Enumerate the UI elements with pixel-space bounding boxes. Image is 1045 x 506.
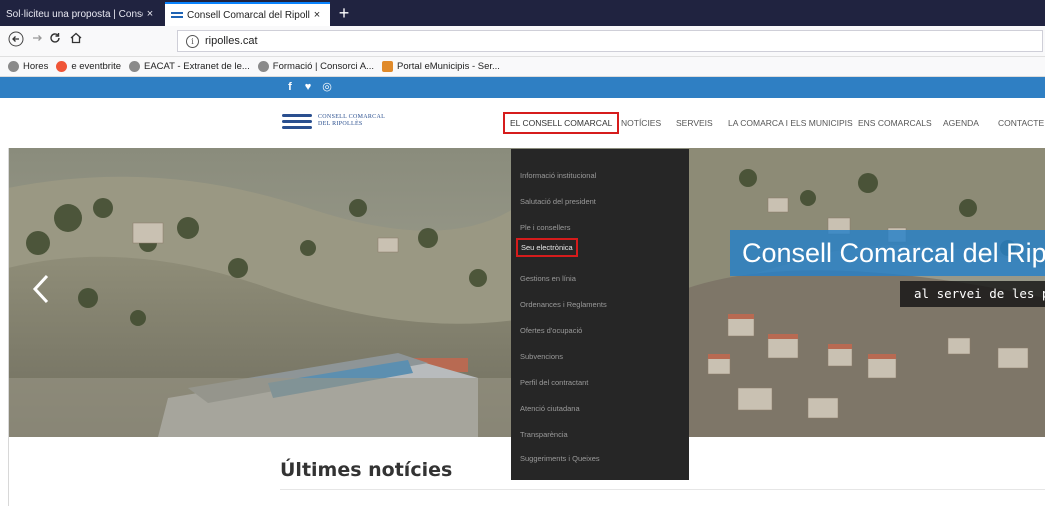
dropdown-item[interactable]: Gestions en línia [520, 274, 576, 283]
new-tab-button[interactable]: + [334, 3, 354, 23]
logo-text: CONSELL COMARCAL DEL RIPOLLÈS [318, 114, 385, 128]
bookmark-label: EACAT - Extranet de le... [144, 61, 250, 72]
instagram-icon[interactable]: ◎ [320, 80, 334, 94]
eventbrite-icon [56, 61, 68, 72]
divider [280, 489, 1045, 490]
social-bar: f ♥ ◎ [0, 77, 1045, 98]
dropdown-item-seu-electronica[interactable]: Seu electrònica [516, 238, 578, 257]
facebook-icon[interactable]: f [283, 80, 297, 94]
site-logo[interactable]: CONSELL COMARCAL DEL RIPOLLÈS [282, 112, 385, 130]
logo-waves-icon [282, 112, 312, 130]
back-button[interactable] [6, 31, 26, 51]
bookmarks-bar: Hores e eventbrite EACAT - Extranet de l… [0, 57, 1045, 77]
menu-noticies[interactable]: NOTÍCIES [621, 118, 661, 128]
bookmark-eacat[interactable]: EACAT - Extranet de le... [129, 61, 250, 72]
globe-icon [129, 61, 140, 72]
tab-bar: Sol·liciteu una proposta | Consorci × Co… [0, 0, 1045, 26]
dropdown-item[interactable]: Salutació del president [520, 197, 596, 206]
bookmark-hores[interactable]: Hores [8, 61, 48, 72]
navigation-bar: i ripolles.cat [0, 26, 1045, 57]
menu-la-comarca[interactable]: LA COMARCA I ELS MUNICIPIS [728, 118, 853, 128]
url-text: ripolles.cat [205, 35, 258, 47]
dropdown-item[interactable]: Ple i consellers [520, 223, 570, 232]
info-icon[interactable]: i [186, 34, 199, 48]
menu-el-consell-comarcal[interactable]: EL CONSELL COMARCAL [503, 112, 620, 134]
portal-icon [381, 61, 393, 72]
back-arrow-icon [8, 31, 24, 47]
page-left-edge [0, 148, 9, 506]
twitter-icon[interactable]: ♥ [301, 80, 315, 94]
hero-title: Consell Comarcal del Ripo [730, 230, 1045, 276]
close-icon[interactable]: × [310, 9, 324, 21]
bookmark-eventbrite[interactable]: e eventbrite [56, 61, 121, 72]
bookmark-portal-emunicipis[interactable]: Portal eMunicipis - Ser... [381, 61, 500, 72]
reload-icon [50, 33, 60, 43]
dropdown-item[interactable]: Subvencions [520, 352, 563, 361]
menu-agenda[interactable]: AGENDA [943, 118, 979, 128]
tab-proposta[interactable]: Sol·liciteu una proposta | Consorci × [0, 2, 163, 26]
close-icon[interactable]: × [143, 8, 157, 20]
dropdown-item[interactable]: Ofertes d'ocupació [520, 326, 582, 335]
globe-icon [257, 61, 269, 72]
tab-consell-comarcal[interactable]: Consell Comarcal del Ripollès × [165, 2, 330, 26]
tab-label: Sol·liciteu una proposta | Consorci [6, 8, 143, 20]
tab-label: Consell Comarcal del Ripollès [187, 9, 310, 21]
bookmark-label: Formació | Consorci A... [272, 61, 374, 72]
menu-contacte[interactable]: CONTACTE [998, 118, 1044, 128]
url-bar[interactable]: i ripolles.cat [177, 30, 1043, 52]
home-button[interactable] [66, 31, 86, 51]
dropdown-item[interactable]: Ordenances i Reglaments [520, 300, 607, 309]
forward-arrow-icon [33, 35, 42, 41]
browser-window: Sol·liciteu una proposta | Consorci × Co… [0, 0, 1045, 506]
dropdown-item[interactable]: Informació institucional [520, 171, 596, 180]
forward-button[interactable] [27, 31, 47, 51]
favicon-icon [171, 11, 183, 19]
logo-line-2: DEL RIPOLLÈS [318, 121, 363, 127]
news-heading: Últimes notícies [280, 459, 453, 481]
reload-button[interactable] [45, 31, 65, 51]
bookmark-label: e eventbrite [71, 61, 121, 72]
carousel-prev-icon[interactable] [32, 274, 50, 304]
dropdown-menu: Informació institucional Salutació del p… [511, 149, 689, 480]
hero-subtitle: al servei de les per [900, 281, 1045, 307]
bookmark-formacio[interactable]: Formació | Consorci A... [257, 61, 374, 72]
dropdown-item[interactable]: Perfil del contractant [520, 378, 588, 387]
dropdown-item[interactable]: Atenció ciutadana [520, 404, 580, 413]
globe-icon [8, 61, 19, 72]
menu-serveis[interactable]: SERVEIS [676, 118, 713, 128]
dropdown-item[interactable]: Suggeriments i Queixes [520, 454, 600, 463]
menu-ens-comarcals[interactable]: ENS COMARCALS [858, 118, 932, 128]
bookmark-label: Hores [23, 61, 49, 72]
home-icon [70, 32, 82, 44]
bookmark-label: Portal eMunicipis - Ser... [396, 61, 500, 72]
logo-line-1: CONSELL COMARCAL [318, 114, 386, 120]
dropdown-item[interactable]: Transparència [520, 430, 568, 439]
